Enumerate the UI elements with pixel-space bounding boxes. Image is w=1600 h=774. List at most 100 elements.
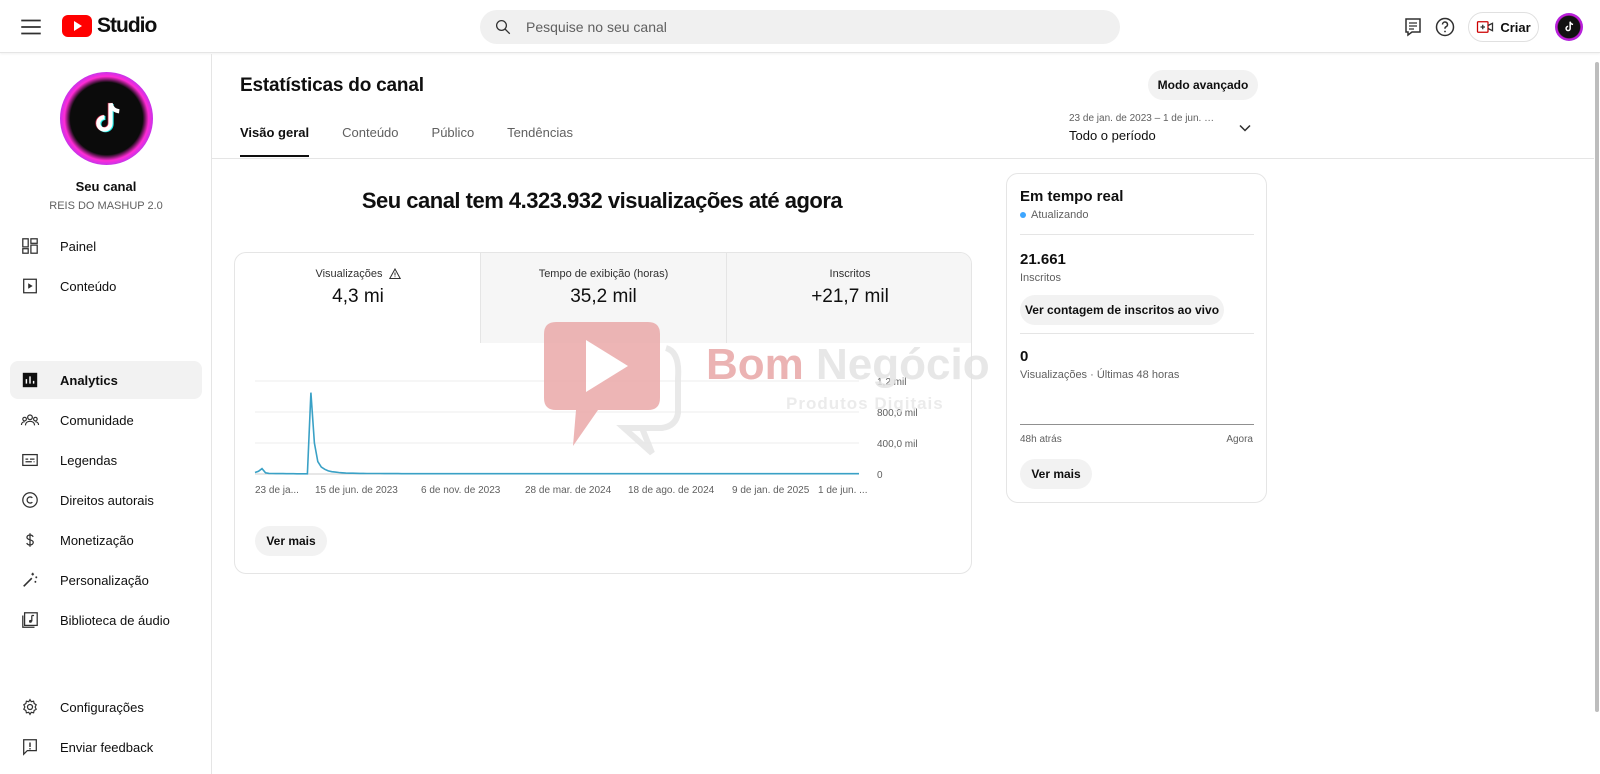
chart-x-tick-label: 28 de mar. de 2024	[525, 485, 612, 496]
realtime-views-label: Visualizações · Últimas 48 horas	[1020, 369, 1180, 381]
create-button[interactable]: Criar	[1468, 12, 1539, 42]
realtime-status: Atualizando	[1020, 209, 1089, 221]
subtitles-icon	[20, 450, 40, 470]
warning-icon[interactable]	[388, 268, 401, 280]
feedback-icon	[20, 737, 40, 757]
channel-name: Seu canal	[75, 179, 137, 194]
chart-x-tick-label: 23 de ja...	[255, 485, 299, 496]
sidebar-item-label: Enviar feedback	[60, 739, 154, 755]
sidebar-item-label: Biblioteca de áudio	[60, 612, 170, 628]
metric-label: Tempo de exibição (horas)	[538, 268, 669, 280]
sidebar-item-label: Analytics	[60, 372, 118, 388]
live-dot-icon	[1020, 212, 1026, 218]
chart-x-tick-label: 15 de jun. de 2023	[315, 485, 398, 496]
create-label: Criar	[1500, 19, 1531, 35]
scroll-thumb[interactable]	[1595, 62, 1599, 712]
scrollbar[interactable]	[1594, 54, 1600, 774]
chart-y-tick-label: 1,2 mil	[877, 377, 906, 388]
date-range[interactable]: 23 de jan. de 2023 – 1 de jun. de 2025	[1069, 113, 1219, 124]
sidebar-item-label: Legendas	[60, 452, 118, 468]
channel-avatar[interactable]	[60, 72, 153, 165]
magic-wand-icon	[20, 570, 40, 590]
tab-bar: Visão geral Conteúdo Público Tendências	[240, 125, 606, 159]
search-input[interactable]	[526, 19, 1086, 35]
top-bar: Studio Criar	[0, 0, 1600, 53]
sidebar-item-painel[interactable]: Painel	[10, 227, 202, 265]
advanced-mode-button[interactable]: Modo avançado	[1148, 70, 1258, 100]
chart-x-tick-label: 9 de jan. de 2025	[732, 485, 810, 496]
sidebar-item-conteudo[interactable]: Conteúdo	[10, 267, 202, 305]
sidebar-item-label: Conteúdo	[60, 278, 117, 294]
metric-views[interactable]: Visualizações 4,3 mi	[235, 253, 481, 343]
logo-text: Studio	[97, 14, 157, 37]
copyright-icon	[20, 490, 40, 510]
feedback-message-icon[interactable]	[1401, 15, 1425, 39]
realtime-subscribers: 21.661	[1020, 251, 1066, 268]
studio-logo[interactable]: Studio	[62, 13, 157, 39]
sidebar-item-configuracoes[interactable]: Configurações	[10, 688, 202, 726]
chart-x-tick-label: 6 de nov. de 2023	[421, 485, 501, 496]
realtime-title: Em tempo real	[1020, 188, 1124, 205]
realtime-subscribers-label: Inscritos	[1020, 272, 1061, 284]
sidebar-item-personalizacao[interactable]: Personalização	[10, 561, 202, 599]
metric-watch-time[interactable]: Tempo de exibição (horas) 35,2 mil	[480, 253, 726, 343]
audio-library-icon	[20, 610, 40, 630]
sidebar-item-direitos-autorais[interactable]: Direitos autorais	[10, 481, 202, 519]
sidebar-item-biblioteca-audio[interactable]: Biblioteca de áudio	[10, 601, 202, 639]
sidebar-item-legendas[interactable]: Legendas	[10, 441, 202, 479]
sidebar-item-label: Configurações	[60, 699, 144, 715]
tiktok-logo-icon	[94, 102, 120, 132]
sidebar-item-label: Monetização	[60, 532, 134, 548]
tiktok-logo-icon	[1565, 21, 1574, 32]
realtime-axis-right: Agora	[1226, 434, 1253, 445]
chart-x-tick-label: 1 de jun. ...	[818, 485, 867, 496]
sidebar-item-label: Direitos autorais	[60, 492, 154, 508]
live-subscriber-count-button[interactable]: Ver contagem de inscritos ao vivo	[1020, 295, 1224, 325]
youtube-logo-icon	[62, 15, 92, 37]
metric-subscribers[interactable]: Inscritos +21,7 mil	[726, 253, 971, 343]
realtime-axis-left: 48h atrás	[1020, 434, 1062, 445]
realtime-card: Em tempo real Atualizando 21.661 Inscrit…	[1006, 173, 1267, 503]
chart-y-tick-label: 800,0 mil	[877, 408, 918, 419]
see-more-button[interactable]: Ver mais	[255, 526, 327, 556]
search-icon	[495, 19, 511, 35]
realtime-chart-axis	[1020, 424, 1254, 425]
views-chart[interactable]: 0 400,0 mil 800,0 mil 1,2 mil 23 de ja... 15 …	[235, 373, 971, 513]
page-title: Estatísticas do canal	[240, 75, 424, 96]
sidebar-item-enviar-feedback[interactable]: Enviar feedback	[10, 728, 202, 766]
account-avatar[interactable]	[1555, 13, 1583, 41]
chevron-down-icon[interactable]	[1238, 121, 1252, 135]
realtime-status-text: Atualizando	[1031, 209, 1089, 221]
stats-card: Visualizações 4,3 mi Tempo de exibição (…	[234, 252, 972, 574]
realtime-see-more-button[interactable]: Ver mais	[1020, 459, 1092, 489]
date-period[interactable]: Todo o período	[1069, 128, 1156, 143]
sidebar-item-analytics[interactable]: Analytics	[10, 361, 202, 399]
community-icon	[20, 410, 40, 430]
dollar-icon	[20, 530, 40, 550]
search-bar[interactable]	[480, 10, 1120, 44]
views-headline: Seu canal tem 4.323.932 visualizações at…	[361, 188, 843, 213]
help-icon[interactable]	[1433, 15, 1457, 39]
tab-tendencias[interactable]: Tendências	[507, 125, 573, 159]
analytics-icon	[20, 370, 40, 390]
metric-value: +21,7 mil	[811, 286, 889, 307]
sidebar-item-comunidade[interactable]: Comunidade	[10, 401, 202, 439]
divider	[1020, 333, 1254, 334]
tabs-divider	[212, 158, 1594, 159]
tab-publico[interactable]: Público	[432, 125, 475, 159]
metric-value: 35,2 mil	[570, 286, 637, 307]
chart-y-tick-label: 400,0 mil	[877, 439, 918, 450]
hamburger-menu-icon[interactable]	[18, 14, 44, 40]
add-video-icon	[1477, 21, 1494, 33]
realtime-views: 0	[1020, 348, 1029, 365]
tab-visao-geral[interactable]: Visão geral	[240, 125, 310, 159]
tab-conteudo[interactable]: Conteúdo	[342, 125, 398, 159]
sidebar-item-monetizacao[interactable]: Monetização	[10, 521, 202, 559]
chart-y-tick-label: 0	[877, 470, 883, 481]
gear-icon	[20, 697, 40, 717]
sidebar: Seu canal REIS DO MASHUP 2.0 Painel Cont…	[0, 54, 212, 774]
metric-value: 4,3 mi	[332, 286, 384, 307]
content-icon	[20, 276, 40, 296]
dashboard-icon	[20, 236, 40, 256]
chart-series-line[interactable]	[254, 392, 859, 475]
